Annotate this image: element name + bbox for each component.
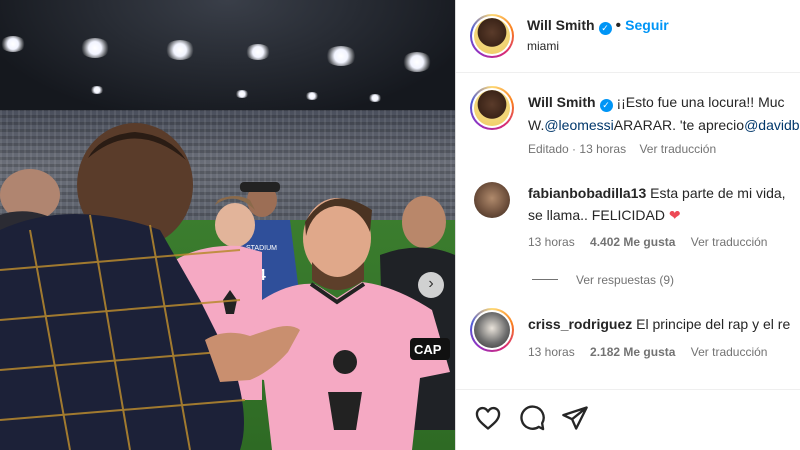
meta-dot: ·	[572, 142, 577, 156]
caption-translate-link[interactable]: Ver traducción	[639, 142, 716, 156]
edited-label: Editado	[528, 142, 569, 156]
comment-meta: 13 horas 4.402 Me gusta Ver traducción	[528, 235, 767, 249]
comment-avatar[interactable]	[470, 308, 514, 352]
comment-likes[interactable]: 4.402 Me gusta	[590, 235, 675, 249]
comment-text: Esta parte de mi vida,	[650, 185, 786, 201]
comment-line-2: se llama.. FELICIDAD ❤	[528, 207, 681, 224]
player-left-head	[215, 203, 255, 247]
chevron-right-icon[interactable]: ›	[418, 272, 444, 298]
post-photo[interactable]: 24 STADIUM CAP	[0, 0, 455, 450]
verified-check-icon: ✓	[598, 22, 612, 35]
caption-text-mid: ARARAR. 'te aprecio	[613, 117, 745, 133]
comment-translate-link[interactable]: Ver traducción	[691, 345, 768, 359]
comment-time[interactable]: 13 horas	[528, 345, 575, 359]
caption-text-prefix: W.	[528, 117, 545, 133]
author-avatar[interactable]	[470, 14, 514, 58]
post-header: Will Smith ✓ • Seguir	[527, 17, 669, 35]
comment-meta: 13 horas 2.182 Me gusta Ver traducción	[528, 345, 767, 359]
caption-username[interactable]: Will Smith	[528, 94, 596, 110]
comment-bubble-icon[interactable]	[518, 404, 546, 432]
comment-text: El principe del rap y el re	[636, 316, 791, 332]
caption-line-1: Will Smith ✓ ¡¡Esto fue una locura!! Muc	[528, 94, 785, 112]
verified-check-icon: ✓	[599, 99, 613, 112]
caption-avatar[interactable]	[470, 86, 514, 130]
follow-button[interactable]: Seguir	[625, 17, 669, 33]
sponsor-crown	[328, 392, 362, 430]
mention-davidb[interactable]: @davidb	[744, 117, 799, 133]
referee-head	[402, 196, 446, 248]
post-sidebar: Will Smith ✓ • Seguir miami Will Smith ✓ ¡¡E…	[456, 0, 800, 450]
header-dot: •	[615, 17, 622, 34]
post-location[interactable]: miami	[527, 39, 559, 53]
comment-likes[interactable]: 2.182 Me gusta	[590, 345, 675, 359]
comment-username[interactable]: criss_rodriguez	[528, 316, 632, 332]
photo-scene: 24 STADIUM CAP	[0, 123, 455, 450]
captain-band-text: CAP	[414, 342, 442, 357]
view-replies-button[interactable]: Ver respuestas (9)	[576, 273, 674, 287]
caption-time[interactable]: 13 horas	[579, 142, 626, 156]
comment-text: se llama.. FELICIDAD	[528, 207, 665, 223]
replies-line	[532, 279, 558, 280]
mention-leomessi[interactable]: @leomessi	[544, 117, 613, 133]
caption-meta: Editado · 13 horas Ver traducción	[528, 142, 716, 156]
comment-line-1: fabianbobadilla13 Esta parte de mi vida,	[528, 185, 786, 201]
comment-line-1: criss_rodriguez El principe del rap y el…	[528, 316, 790, 332]
comment-username[interactable]: fabianbobadilla13	[528, 185, 646, 201]
comment-avatar[interactable]	[474, 182, 510, 218]
header-separator	[456, 72, 800, 73]
red-heart-emoji-icon: ❤	[668, 207, 681, 223]
caption-line-2: W.@leomessiARARAR. 'te aprecio@davidb	[528, 117, 800, 133]
author-username[interactable]: Will Smith	[527, 17, 595, 33]
like-heart-icon[interactable]	[474, 404, 502, 432]
share-plane-icon[interactable]	[561, 404, 589, 432]
actions-separator	[456, 389, 800, 390]
messi-crest	[333, 350, 357, 374]
cameraman-headphones	[240, 182, 280, 192]
comment-time[interactable]: 13 horas	[528, 235, 575, 249]
comment-translate-link[interactable]: Ver traducción	[691, 235, 768, 249]
caption-text: ¡¡Esto fue una locura!! Muc	[616, 94, 785, 110]
